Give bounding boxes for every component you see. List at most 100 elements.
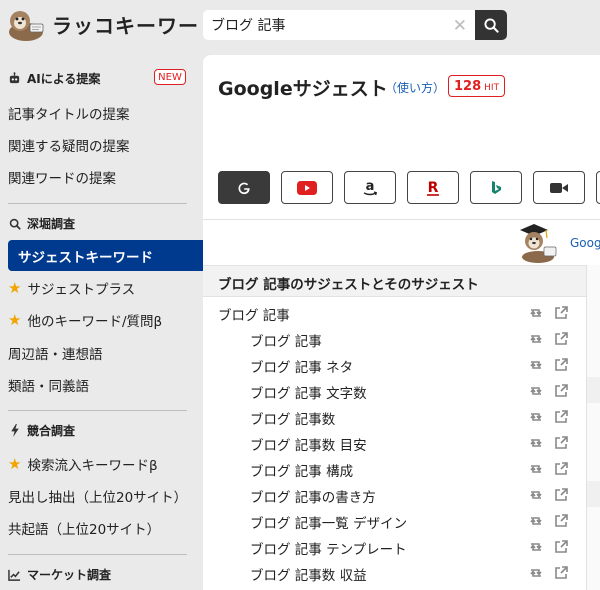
sidebar-item-label: 類語・同義語 xyxy=(8,379,89,395)
divider xyxy=(203,219,600,220)
list-item: ブログ 記事 文字数 xyxy=(203,378,586,404)
engine-rakuten-button[interactable]: R xyxy=(407,171,459,204)
ai-section-label: AIによる提案 xyxy=(27,72,101,86)
list-item: ブログ 記事 ネタ xyxy=(203,352,586,378)
next-column-edge xyxy=(586,265,600,590)
keyword-text[interactable]: ブログ 記事数 収益 xyxy=(250,564,367,584)
retweet-icon[interactable] xyxy=(528,409,544,425)
retweet-icon[interactable] xyxy=(528,383,544,399)
magnifier-icon xyxy=(8,217,21,230)
engine-video-button[interactable] xyxy=(533,171,585,204)
youtube-icon xyxy=(297,180,317,195)
keyword-text[interactable]: ブログ 記事の書き方 xyxy=(250,486,376,506)
sidebar-item-label: 共起語（上位20サイト） xyxy=(8,522,161,538)
external-link-icon[interactable] xyxy=(553,487,569,503)
star-icon: ★ xyxy=(8,279,22,297)
retweet-icon[interactable] xyxy=(528,357,544,373)
howto-link[interactable]: （使い方） xyxy=(385,79,445,96)
hit-count: 128 xyxy=(454,79,482,94)
retweet-icon[interactable] xyxy=(528,435,544,451)
keyword-text[interactable]: ブログ 記事一覧 デザイン xyxy=(250,512,407,532)
external-link-icon[interactable] xyxy=(553,357,569,373)
engine-more-button[interactable] xyxy=(596,171,600,204)
hit-label: HIT xyxy=(484,83,500,93)
sidebar-item-synonyms[interactable]: 類語・同義語 xyxy=(8,375,89,395)
amazon-icon: a xyxy=(363,179,378,195)
external-link-icon[interactable] xyxy=(553,383,569,399)
list-item: ブログ 記事数 目安 xyxy=(203,430,586,456)
brand-name[interactable]: ラッコキーワード xyxy=(52,10,220,39)
search-box: ✕ xyxy=(203,10,475,40)
retweet-icon[interactable] xyxy=(528,461,544,477)
sidebar-item-related-words[interactable]: 関連ワードの提案 xyxy=(8,167,116,187)
page-title: Googleサジェスト xyxy=(218,78,388,100)
deep-section-heading: 深堀調査 xyxy=(8,215,75,232)
sidebar-divider xyxy=(8,203,187,204)
list-item: ブログ 記事数 収益 xyxy=(203,560,586,586)
retweet-icon[interactable] xyxy=(528,539,544,555)
sea-otter-logo-icon[interactable] xyxy=(6,6,46,42)
sidebar-item-inflow-keywords[interactable]: ★ 検索流入キーワードβ xyxy=(8,454,158,474)
sidebar-item-article-title[interactable]: 記事タイトルの提案 xyxy=(8,103,130,123)
hit-count-badge: 128 HIT xyxy=(448,75,506,97)
list-item: ブログ 記事 xyxy=(203,326,586,352)
sidebar-item-label: 見出し抽出（上位20サイト） xyxy=(8,490,188,506)
results-table: ブログ 記事のサジェストとそのサジェスト ブログ 記事 ブログ 記事 ブログ 記… xyxy=(203,265,586,590)
star-icon: ★ xyxy=(8,311,22,329)
sidebar-item-related-questions[interactable]: 関連する疑問の提案 xyxy=(8,135,130,155)
engine-bing-button[interactable] xyxy=(470,171,522,204)
sidebar-item-heading-extract[interactable]: 見出し抽出（上位20サイト） xyxy=(8,486,187,506)
external-link-icon[interactable] xyxy=(553,331,569,347)
external-link-icon[interactable] xyxy=(553,305,569,321)
sidebar-item-label: 周辺語・連想語 xyxy=(8,347,103,363)
external-link-icon[interactable] xyxy=(553,539,569,555)
main-panel: Googleサジェスト （使い方） 128 HIT a R Goog ブログ 記… xyxy=(203,55,600,590)
external-link-icon[interactable] xyxy=(553,435,569,451)
sidebar-item-cooccurrence[interactable]: 共起語（上位20サイト） xyxy=(8,518,160,538)
bing-icon xyxy=(492,180,501,194)
keyword-text[interactable]: ブログ 記事 xyxy=(218,304,290,324)
retweet-icon[interactable] xyxy=(528,331,544,347)
google-link[interactable]: Goog xyxy=(570,236,600,250)
market-section-heading: マーケット調査 xyxy=(8,566,111,583)
svg-text:a: a xyxy=(366,179,375,194)
search-button[interactable] xyxy=(475,10,507,40)
keyword-text[interactable]: ブログ 記事 文字数 xyxy=(250,382,367,402)
external-link-icon[interactable] xyxy=(553,409,569,425)
keyword-text[interactable]: ブログ 記事 ネタ xyxy=(250,356,353,376)
keyword-text[interactable]: ブログ 記事数 目安 xyxy=(250,434,367,454)
clear-search-icon[interactable]: ✕ xyxy=(453,16,467,36)
sidebar-divider xyxy=(8,554,187,555)
external-link-icon[interactable] xyxy=(553,513,569,529)
next-column-row xyxy=(587,377,600,403)
sidebar-item-associated-words[interactable]: 周辺語・連想語 xyxy=(8,343,103,363)
search-input[interactable] xyxy=(211,10,447,40)
deep-section-label: 深堀調査 xyxy=(27,217,76,231)
sidebar-item-suggest-plus[interactable]: ★ サジェストプラス xyxy=(8,278,135,298)
engine-google-button[interactable] xyxy=(218,171,270,204)
keyword-text[interactable]: ブログ 記事 構成 xyxy=(250,460,353,480)
sidebar: AIによる提案 NEW 記事タイトルの提案 関連する疑問の提案 関連ワードの提案… xyxy=(0,50,203,590)
video-camera-icon xyxy=(550,182,568,193)
robot-icon xyxy=(8,72,21,85)
keyword-text[interactable]: ブログ 記事 テンプレート xyxy=(250,538,407,558)
sidebar-item-suggest-keyword[interactable]: サジェストキーワード xyxy=(8,240,203,271)
sidebar-item-other-keywords[interactable]: ★ 他のキーワード/質問β xyxy=(8,310,162,330)
graduate-otter-mascot-icon xyxy=(520,224,557,263)
sidebar-item-label: 他のキーワード/質問β xyxy=(27,314,163,330)
keyword-text[interactable]: ブログ 記事 xyxy=(250,330,322,350)
retweet-icon[interactable] xyxy=(528,513,544,529)
keyword-text[interactable]: ブログ 記事数 xyxy=(250,408,335,428)
external-link-icon[interactable] xyxy=(553,565,569,581)
external-link-icon[interactable] xyxy=(553,461,569,477)
list-item: ブログ 記事の書き方 xyxy=(203,482,586,508)
sidebar-item-label: サジェストキーワード xyxy=(18,249,153,266)
retweet-icon[interactable] xyxy=(528,487,544,503)
market-section-label: マーケット調査 xyxy=(27,568,112,582)
compete-section-label: 競合調査 xyxy=(27,424,76,438)
engine-amazon-button[interactable]: a xyxy=(344,171,396,204)
search-icon xyxy=(483,17,499,33)
engine-youtube-button[interactable] xyxy=(281,171,333,204)
retweet-icon[interactable] xyxy=(528,565,544,581)
retweet-icon[interactable] xyxy=(528,305,544,321)
